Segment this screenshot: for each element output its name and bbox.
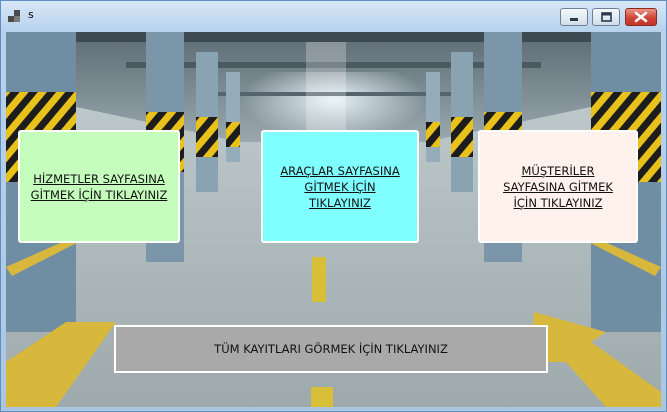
vehicles-button-label: ARAÇLAR SAYFASINA GİTMEK İÇİN TIKLAYINIZ	[280, 163, 400, 210]
title-bar[interactable]: s	[1, 1, 666, 31]
app-form-icon	[8, 10, 22, 22]
customers-button-label: MÜŞTERİLER SAYFASINA GİTMEK İÇİN TIKLAYI…	[503, 163, 613, 210]
close-button[interactable]	[625, 8, 657, 26]
close-icon	[634, 11, 648, 23]
services-button-label: HİZMETLER SAYFASINA GİTMEK İÇİN TIKLAYIN…	[30, 171, 168, 202]
app-window: s HİZMETLER SAYFASINA GİTMEK İÇİN TIKLAY…	[0, 0, 667, 412]
maximize-icon	[601, 12, 612, 22]
all-records-button-label: TÜM KAYITLARI GÖRMEK İÇİN TIKLAYINIZ	[214, 342, 448, 356]
window-title: s	[28, 8, 34, 21]
services-page-button[interactable]: HİZMETLER SAYFASINA GİTMEK İÇİN TIKLAYIN…	[18, 130, 180, 243]
customers-page-button[interactable]: MÜŞTERİLER SAYFASINA GİTMEK İÇİN TIKLAYI…	[478, 130, 638, 243]
all-records-button[interactable]: TÜM KAYITLARI GÖRMEK İÇİN TIKLAYINIZ	[114, 325, 548, 373]
form-client-area: HİZMETLER SAYFASINA GİTMEK İÇİN TIKLAYIN…	[6, 32, 661, 407]
maximize-button[interactable]	[592, 8, 620, 26]
vehicles-page-button[interactable]: ARAÇLAR SAYFASINA GİTMEK İÇİN TIKLAYINIZ	[261, 130, 419, 243]
minimize-icon	[570, 18, 578, 21]
minimize-button[interactable]	[560, 8, 588, 26]
